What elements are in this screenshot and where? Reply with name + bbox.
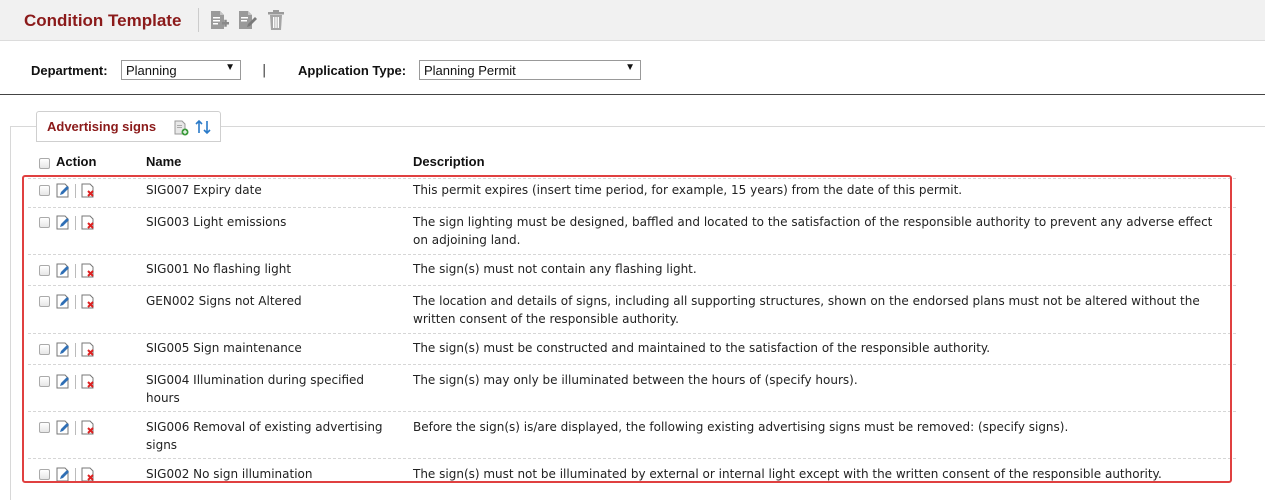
row-name: SIG002 No sign illumination [146, 467, 313, 481]
column-header-name: Name [146, 154, 182, 169]
chevron-down-icon: ▼ [225, 62, 235, 73]
row-description: The sign(s) may only be illuminated betw… [413, 373, 858, 387]
action-divider [75, 216, 76, 230]
row-description: The location and details of signs, inclu… [413, 294, 1200, 326]
delete-icon[interactable] [81, 342, 95, 357]
page-title: Condition Template [24, 11, 182, 30]
row-name: SIG003 Light emissions [146, 215, 287, 229]
edit-icon[interactable] [56, 342, 70, 357]
application-type-label: Application Type: [298, 63, 407, 78]
delete-icon[interactable] [81, 374, 95, 389]
row-description: The sign(s) must not be illuminated by e… [413, 467, 1162, 481]
add-condition-icon[interactable] [174, 120, 189, 136]
action-divider [75, 264, 76, 278]
row-checkbox[interactable] [39, 344, 50, 355]
action-divider [75, 421, 76, 435]
action-divider [75, 184, 76, 198]
row-description: The sign(s) must not contain any flashin… [413, 262, 697, 276]
delete-icon[interactable] [81, 420, 95, 435]
edit-icon[interactable] [56, 215, 70, 230]
row-checkbox[interactable] [39, 217, 50, 228]
row-name: SIG006 Removal of existing advertising s… [146, 420, 383, 452]
row-checkbox[interactable] [39, 422, 50, 433]
select-all-checkbox[interactable] [39, 158, 50, 169]
row-name: SIG007 Expiry date [146, 183, 262, 197]
column-header-description: Description [413, 154, 485, 169]
tab-advertising-signs[interactable]: Advertising signs [36, 111, 221, 142]
chevron-down-icon: ▼ [625, 62, 635, 73]
action-divider [75, 375, 76, 389]
add-document-icon[interactable] [208, 9, 230, 31]
header-divider [198, 8, 199, 32]
filter-bar: Department: Planning ▼ Application Type:… [0, 41, 1265, 95]
action-divider [75, 343, 76, 357]
row-checkbox[interactable] [39, 469, 50, 480]
edit-icon[interactable] [56, 183, 70, 198]
trash-icon[interactable] [265, 9, 287, 31]
action-divider [75, 468, 76, 482]
sort-icon[interactable] [194, 118, 212, 136]
row-name: GEN002 Signs not Altered [146, 294, 302, 308]
action-divider [75, 295, 76, 309]
edit-icon[interactable] [56, 294, 70, 309]
department-label: Department: [31, 63, 108, 78]
row-name: SIG004 Illumination during specified hou… [146, 373, 365, 405]
department-select[interactable]: Planning ▼ [121, 60, 241, 80]
column-header-action: Action [56, 154, 97, 169]
delete-icon[interactable] [81, 183, 95, 198]
row-checkbox[interactable] [39, 185, 50, 196]
edit-icon[interactable] [56, 467, 70, 482]
row-description: The sign(s) must be constructed and main… [413, 341, 991, 355]
page-header: Condition Template [0, 0, 1265, 41]
row-checkbox[interactable] [39, 376, 50, 387]
row-name: SIG005 Sign maintenance [146, 341, 302, 355]
edit-icon[interactable] [56, 263, 70, 278]
application-type-select[interactable]: Planning Permit ▼ [419, 60, 641, 80]
row-description: Before the sign(s) is/are displayed, the… [413, 420, 1069, 434]
row-name: SIG001 No flashing light [146, 262, 292, 276]
delete-icon[interactable] [81, 294, 95, 309]
row-checkbox[interactable] [39, 265, 50, 276]
department-select-value: Planning [126, 63, 177, 78]
delete-icon[interactable] [81, 263, 95, 278]
edit-icon[interactable] [56, 374, 70, 389]
row-description: The sign lighting must be designed, baff… [413, 215, 1213, 247]
edit-document-icon[interactable] [236, 9, 258, 31]
row-description: This permit expires (insert time period,… [413, 183, 963, 197]
filter-separator: | [262, 63, 267, 78]
row-checkbox[interactable] [39, 296, 50, 307]
application-type-select-value: Planning Permit [424, 63, 516, 78]
tab-label: Advertising signs [47, 119, 157, 134]
edit-icon[interactable] [56, 420, 70, 435]
delete-icon[interactable] [81, 215, 95, 230]
delete-icon[interactable] [81, 467, 95, 482]
